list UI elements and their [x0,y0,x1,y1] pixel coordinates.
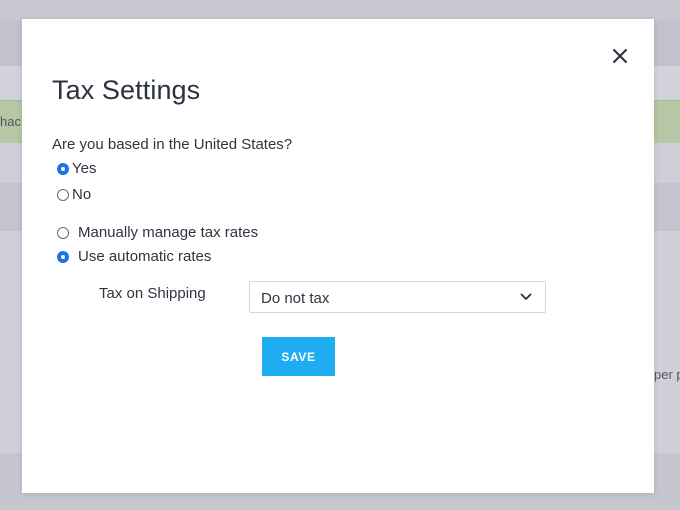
app-screen: hac per p Tax Settings Are you based in … [0,0,680,510]
close-icon [613,49,627,63]
radio-label-no: No [72,186,92,203]
chevron-down-icon [520,293,532,300]
radio-option-no[interactable]: No [57,186,91,203]
radio-label-manual-rates: Manually manage tax rates [78,224,259,241]
background-text-fragment: hac [0,114,21,129]
save-button[interactable]: SAVE [262,337,335,376]
radio-label-yes: Yes [72,160,97,177]
radio-button-manual-rates[interactable] [57,226,69,239]
radio-button-no[interactable] [57,188,69,201]
close-button[interactable] [609,45,631,67]
tax-settings-modal: Tax Settings Are you based in the United… [22,19,654,493]
us-based-question: Are you based in the United States? [52,136,293,153]
radio-option-yes[interactable]: Yes [57,160,96,177]
modal-title: Tax Settings [52,75,201,105]
radio-option-manual-rates[interactable]: Manually manage tax rates [57,224,258,241]
tax-on-shipping-value: Do not tax [261,290,330,307]
radio-button-automatic-rates[interactable] [57,250,69,263]
radio-button-yes[interactable] [57,162,69,175]
tax-on-shipping-select[interactable]: Do not tax [249,281,546,313]
radio-label-automatic-rates: Use automatic rates [78,248,212,265]
tax-on-shipping-label: Tax on Shipping [99,285,206,302]
background-text-fragment: per p [654,367,680,382]
radio-option-automatic-rates[interactable]: Use automatic rates [57,248,211,265]
background-header [0,0,680,20]
